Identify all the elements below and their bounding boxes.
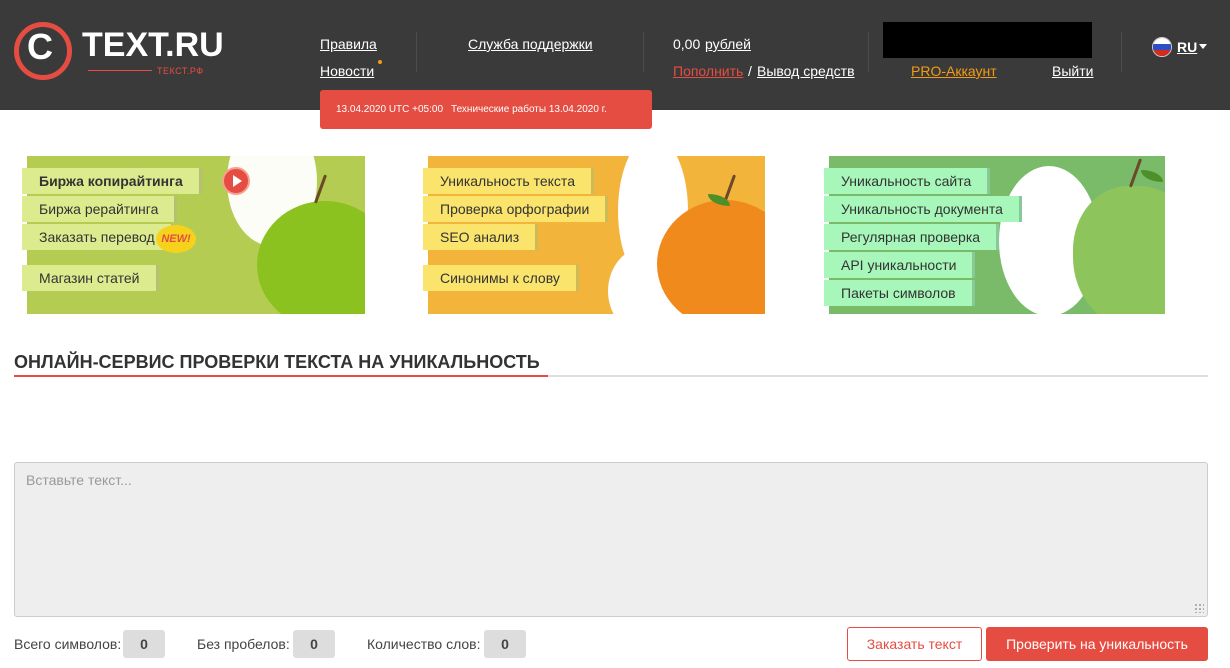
play-video-icon[interactable] xyxy=(222,167,250,195)
notice-text: Технические работы 13.04.2020 г. xyxy=(451,104,607,115)
tag-api-uniqueness[interactable]: API уникальности xyxy=(824,252,976,278)
tag-copywriting-exchange[interactable]: Биржа копирайтинга xyxy=(22,168,202,194)
tag-spell-check[interactable]: Проверка орфографии xyxy=(423,196,609,222)
resize-handle-icon[interactable] xyxy=(1194,603,1204,613)
link-separator: / xyxy=(748,63,752,79)
total-chars-value: 0 xyxy=(123,630,165,658)
new-badge: NEW! xyxy=(156,225,196,253)
total-chars-label: Всего символов: xyxy=(14,636,122,652)
notice-date: 13.04.2020 UTC +05:00 xyxy=(336,104,444,115)
nav-support-link[interactable]: Служба поддержки xyxy=(468,36,593,52)
tag-regular-check[interactable]: Регулярная проверка xyxy=(824,224,1000,250)
nav-rules-link[interactable]: Правила xyxy=(320,36,377,52)
tag-seo-analysis[interactable]: SEO анализ xyxy=(423,224,539,250)
tag-text-uniqueness[interactable]: Уникальность текста xyxy=(423,168,594,194)
balance-currency-link[interactable]: рублей xyxy=(705,36,751,52)
check-uniqueness-button[interactable]: Проверить на уникальность xyxy=(986,627,1208,661)
site-logo[interactable]: C TEXT.RU ТЕКСТ.РФ xyxy=(14,22,224,82)
language-selector[interactable]: RU xyxy=(1177,39,1197,55)
logo-subtitle: ТЕКСТ.РФ xyxy=(157,66,204,76)
word-count-value: 0 xyxy=(484,630,526,658)
order-text-button[interactable]: Заказать текст xyxy=(847,627,982,661)
nav-news-link[interactable]: Новости xyxy=(320,63,374,79)
news-unread-dot-icon xyxy=(378,60,382,64)
page-title: ОНЛАЙН-СЕРВИС ПРОВЕРКИ ТЕКСТА НА УНИКАЛЬ… xyxy=(14,352,540,372)
russia-flag-icon[interactable] xyxy=(1152,37,1172,57)
tag-article-shop[interactable]: Магазин статей xyxy=(22,265,159,291)
tag-order-translation[interactable]: Заказать перевод xyxy=(22,224,174,250)
withdraw-link[interactable]: Вывод средств xyxy=(757,63,855,79)
tag-synonyms[interactable]: Синонимы к слову xyxy=(423,265,579,291)
no-spaces-label: Без пробелов: xyxy=(197,636,290,652)
text-input[interactable] xyxy=(14,462,1208,617)
redacted-username xyxy=(883,22,1092,58)
word-count-label: Количество слов: xyxy=(367,636,481,652)
news-notice-popup[interactable]: 13.04.2020 UTC +05:00 Технические работы … xyxy=(320,90,652,129)
no-spaces-value: 0 xyxy=(293,630,335,658)
balance-amount: 0,00 xyxy=(673,36,701,52)
topup-link[interactable]: Пополнить xyxy=(673,63,743,79)
tag-symbol-packages[interactable]: Пакеты символов xyxy=(824,280,975,306)
logout-link[interactable]: Выйти xyxy=(1052,63,1093,79)
chevron-down-icon[interactable] xyxy=(1199,44,1207,49)
tag-document-uniqueness[interactable]: Уникальность документа xyxy=(824,196,1022,222)
logo-name: TEXT.RU xyxy=(82,26,224,64)
tag-rewriting-exchange[interactable]: Биржа рерайтинга xyxy=(22,196,178,222)
pro-account-link[interactable]: PRO-Аккаунт xyxy=(911,63,997,79)
tag-site-uniqueness[interactable]: Уникальность сайта xyxy=(824,168,991,194)
